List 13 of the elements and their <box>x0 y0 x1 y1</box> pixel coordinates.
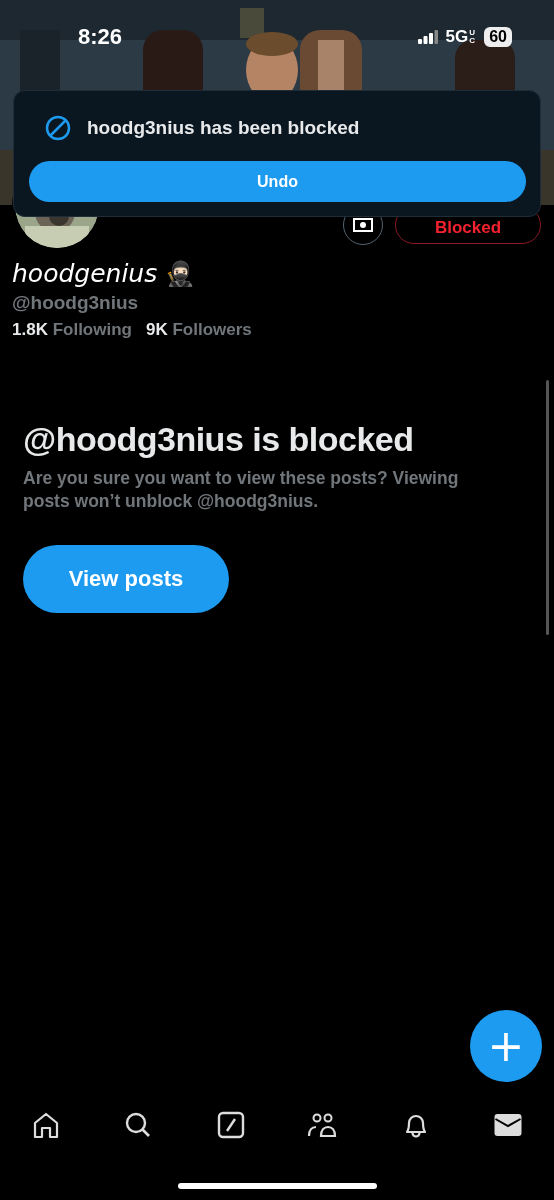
home-icon <box>32 1111 60 1139</box>
display-name: hoodgenius <box>12 259 158 288</box>
compose-button[interactable]: + <box>470 1010 542 1082</box>
following-link[interactable]: 1.8K Following <box>12 320 132 340</box>
blocked-title: @hoodg3nius is blocked <box>23 420 415 459</box>
blocked-description: Are you sure you want to view these posts? Viewing posts won’t unblock @hoodg3nius. <box>23 467 460 513</box>
followers-link[interactable]: 9K Followers <box>145 320 252 340</box>
ninja-emoji: 🥷🏻 <box>165 259 196 288</box>
slash-square-icon <box>216 1111 245 1139</box>
user-handle: @hoodg3nius <box>12 292 140 314</box>
envelope-icon <box>493 1113 522 1137</box>
money-icon <box>353 218 373 232</box>
view-posts-button[interactable]: View posts <box>23 545 229 613</box>
